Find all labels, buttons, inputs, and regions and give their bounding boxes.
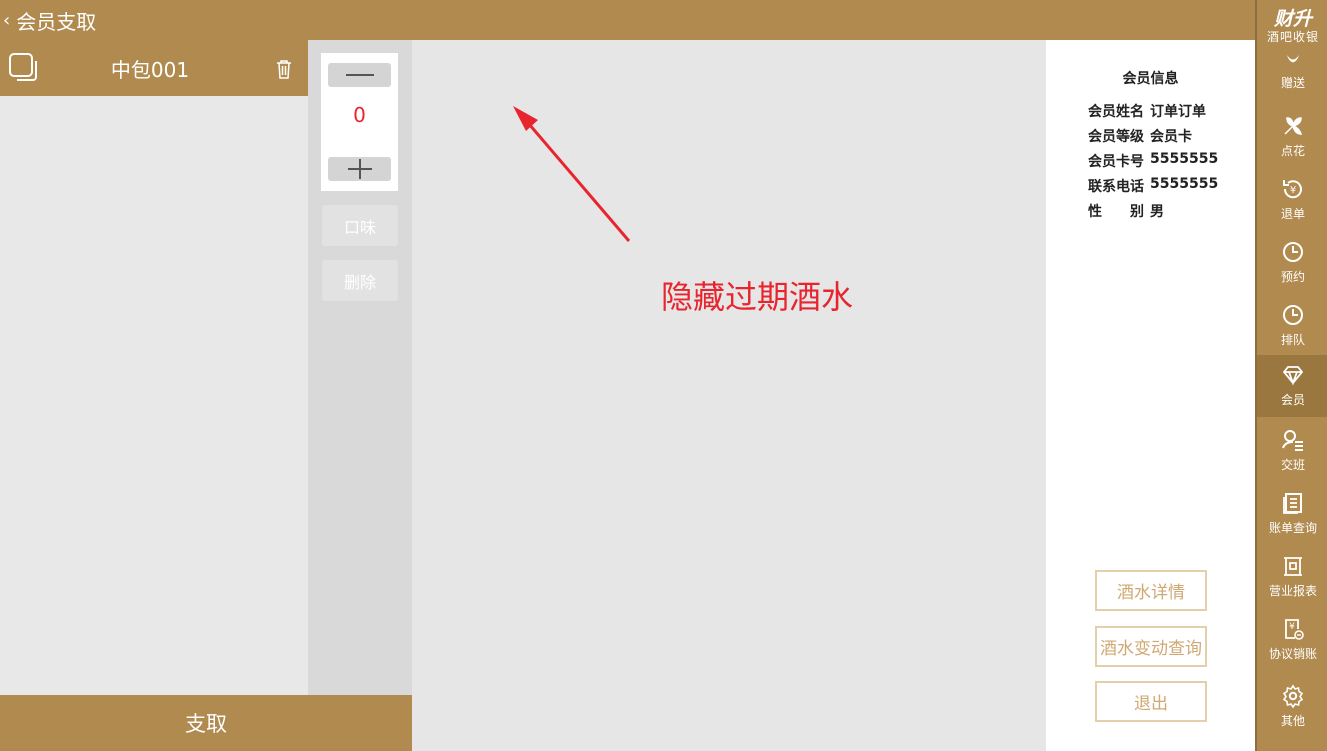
page-title: 会员支取 <box>16 9 97 34</box>
nav-item-flower[interactable]: 点花 <box>1257 106 1327 168</box>
exit-button[interactable]: 退出 <box>1095 681 1207 722</box>
info-row-gender: 性 别男 <box>1088 201 1218 226</box>
svg-text:¥: ¥ <box>1290 185 1296 196</box>
nav-label: 预约 <box>1280 270 1305 284</box>
top-bar: ‹ 会员支取 <box>0 0 1255 40</box>
plus-icon <box>347 159 372 179</box>
clock-icon <box>1283 305 1303 325</box>
clock-icon <box>1283 242 1303 262</box>
info-label: 联系电话 <box>1088 179 1144 195</box>
nav-label: 其他 <box>1280 714 1305 728</box>
right-nav: 财升 酒吧收银 赠送 点花 ¥ 退单 预约 排队 会员 交班 账单查询 营业报表… <box>1255 0 1327 751</box>
agreement-icon: ¥ <box>1285 619 1304 640</box>
minus-icon <box>345 74 374 76</box>
back-button[interactable]: ‹ <box>0 10 10 31</box>
item-controls-panel: 0 口味 删除 <box>308 40 412 695</box>
nav-label: 点花 <box>1280 144 1305 158</box>
nav-item-other[interactable]: 其他 <box>1257 676 1327 751</box>
nav-label: 退单 <box>1280 207 1305 221</box>
nav-item-business-report[interactable]: 营业报表 <box>1257 546 1327 608</box>
gift-icon <box>1287 55 1299 63</box>
info-label: 会员姓名 <box>1088 104 1144 120</box>
room-name: 中包001 <box>110 57 190 82</box>
nav-label: 营业报表 <box>1268 584 1317 598</box>
info-value: 5555555 <box>1150 151 1219 167</box>
info-value: 订单订单 <box>1150 104 1206 120</box>
info-value: 5555555 <box>1150 176 1219 192</box>
info-row-phone: 联系电话 5555555 <box>1088 176 1218 201</box>
nav-item-refund[interactable]: ¥ 退单 <box>1257 169 1327 231</box>
nav-item-bill-query[interactable]: 账单查询 <box>1257 483 1327 545</box>
bill-icon <box>1283 493 1302 514</box>
gear-icon <box>1282 684 1304 708</box>
wine-change-query-button[interactable]: 酒水变动查询 <box>1095 626 1207 667</box>
member-info-panel: 会员信息 会员姓名 订单订单 会员等级 会员卡 会员卡号 5555555 联系电话 55… <box>1046 40 1255 751</box>
quantity-stepper: 0 <box>321 53 398 191</box>
wine-detail-button[interactable]: 酒水详情 <box>1095 570 1207 611</box>
flower-icon <box>1284 117 1303 135</box>
brand-subtitle: 酒吧收银 <box>1266 30 1319 44</box>
nav-item-queue[interactable]: 排队 <box>1257 295 1327 357</box>
withdraw-button[interactable]: 支取 <box>0 695 412 751</box>
nav-label: 赠送 <box>1280 76 1305 90</box>
info-value: 男 <box>1150 204 1164 220</box>
delete-button[interactable]: 删除 <box>322 260 398 301</box>
info-label: 会员等级 <box>1088 129 1144 145</box>
nav-item-member[interactable]: 会员 <box>1257 355 1327 417</box>
wine-list-area: 隐藏过期酒水 <box>412 40 1046 751</box>
quantity-value: 0 <box>353 103 366 127</box>
nav-label: 账单查询 <box>1268 521 1317 535</box>
nav-label: 协议销账 <box>1268 647 1317 661</box>
brand: 财升 酒吧收银 <box>1257 0 1327 52</box>
refund-icon: ¥ <box>1283 180 1302 199</box>
trash-icon[interactable] <box>274 58 294 80</box>
member-info-list: 会员姓名 订单订单 会员等级 会员卡 会员卡号 5555555 联系电话 5555555… <box>1088 101 1218 226</box>
nav-item-gift[interactable]: 赠送 <box>1257 52 1327 98</box>
member-info-title: 会员信息 <box>1122 71 1179 87</box>
increase-button[interactable] <box>328 157 391 181</box>
info-row-level: 会员等级 会员卡 <box>1088 126 1218 151</box>
diamond-icon <box>1282 366 1304 386</box>
info-row-card: 会员卡号 5555555 <box>1088 151 1218 176</box>
info-label: 会员卡号 <box>1088 154 1144 170</box>
svg-text:¥: ¥ <box>1289 622 1295 632</box>
selected-items-panel: 中包001 <box>0 40 308 751</box>
decrease-button[interactable] <box>328 63 391 87</box>
nav-label: 交班 <box>1280 458 1305 472</box>
info-row-name: 会员姓名 订单订单 <box>1088 101 1218 126</box>
nav-item-agreement-writeoff[interactable]: ¥ 协议销账 <box>1257 609 1327 671</box>
annotation-text: 隐藏过期酒水 <box>661 278 854 316</box>
report-icon <box>1284 557 1302 576</box>
nav-label: 会员 <box>1280 393 1305 407</box>
info-value: 会员卡 <box>1150 129 1192 145</box>
info-label: 性 别 <box>1088 204 1144 220</box>
nav-label: 排队 <box>1280 333 1305 347</box>
room-row[interactable]: 中包001 <box>0 40 308 96</box>
nav-item-handover[interactable]: 交班 <box>1257 420 1327 482</box>
nav-item-reservation[interactable]: 预约 <box>1257 232 1327 294</box>
handover-icon <box>1282 430 1303 451</box>
flavor-button[interactable]: 口味 <box>322 205 398 246</box>
brand-logo: 财升 <box>1273 8 1312 30</box>
